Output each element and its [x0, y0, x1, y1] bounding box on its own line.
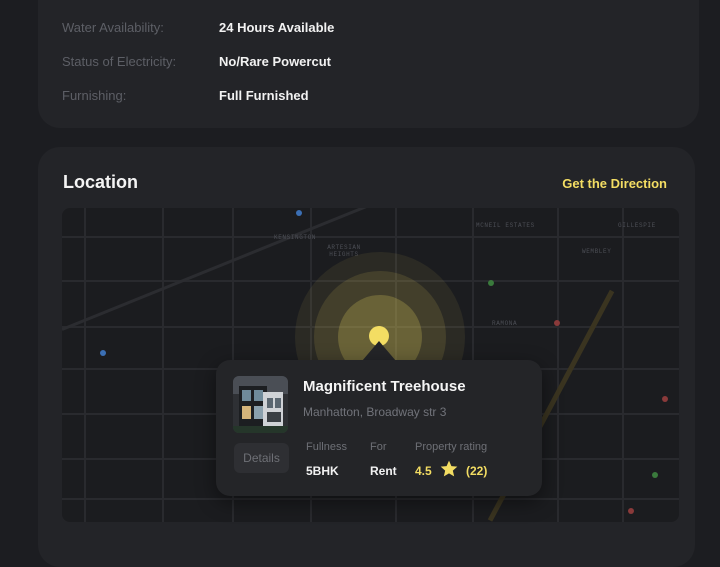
fullness-value: 5BHK: [306, 464, 339, 478]
map-poi-icon: [628, 508, 634, 514]
map-poi-icon: [100, 350, 106, 356]
map-street-label: WEMBLEY: [582, 248, 612, 255]
electricity-status-label: Status of Electricity:: [62, 54, 177, 69]
for-label: For: [370, 441, 387, 453]
property-name: Magnificent Treehouse: [303, 378, 466, 395]
rating-value: 4.5: [415, 464, 432, 478]
map-poi-icon: [652, 472, 658, 478]
for-value: Rent: [370, 464, 397, 478]
details-button[interactable]: Details: [234, 443, 289, 473]
map-street-label: RAMONA: [492, 320, 518, 327]
property-address: Manhatton, Broadway str 3: [303, 405, 447, 419]
fullness-label: Fullness: [306, 441, 347, 453]
water-availability-value: 24 Hours Available: [219, 20, 335, 35]
map-street-label: GILLESPIE: [618, 222, 656, 229]
furnishing-label: Furnishing:: [62, 88, 127, 103]
map-poi-icon: [296, 210, 302, 216]
map-poi-icon: [662, 396, 668, 402]
location-title: Location: [63, 172, 138, 192]
map-street-label: KENSINGTON: [274, 234, 317, 241]
map-poi-icon: [554, 320, 560, 326]
star-icon: [439, 459, 459, 479]
map-street-label: MCNEIL ESTATES: [476, 222, 535, 229]
property-thumbnail[interactable]: [233, 376, 288, 433]
get-direction-link[interactable]: Get the Direction: [562, 176, 667, 191]
popup-pointer: [362, 341, 396, 361]
furnishing-value: Full Furnished: [219, 88, 309, 103]
water-availability-label: Water Availability:: [62, 20, 164, 35]
rating-count: (22): [466, 464, 488, 478]
property-rating-label: Property rating: [415, 441, 488, 453]
map-poi-icon: [488, 280, 494, 286]
electricity-status-value: No/Rare Powercut: [219, 54, 331, 69]
